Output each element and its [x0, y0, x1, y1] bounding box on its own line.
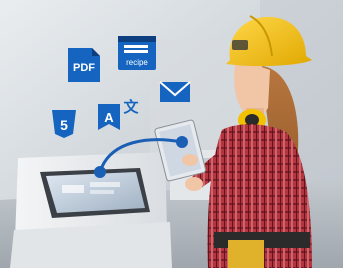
recipe-label: recipe: [126, 58, 148, 67]
scene-svg: PDF recipe 5 A 文: [0, 0, 343, 268]
connection-node-machine: [94, 166, 106, 178]
pdf-label: PDF: [73, 62, 95, 74]
hand: [185, 177, 203, 191]
connection-node-tablet: [176, 136, 188, 148]
mail-icon: [159, 81, 191, 102]
translate-glyph-label: 文: [123, 98, 139, 116]
html5-icon: 5: [52, 110, 76, 138]
safety-glasses: [232, 40, 248, 50]
recipe-icon: recipe: [118, 36, 156, 70]
machine: [10, 152, 172, 268]
html5-label: 5: [60, 117, 68, 133]
photo-scene: PDF recipe 5 A 文: [0, 0, 343, 268]
translate-latin-label: A: [104, 110, 114, 125]
pdf-icon: PDF: [68, 48, 100, 82]
tool-pouch: [228, 240, 264, 268]
